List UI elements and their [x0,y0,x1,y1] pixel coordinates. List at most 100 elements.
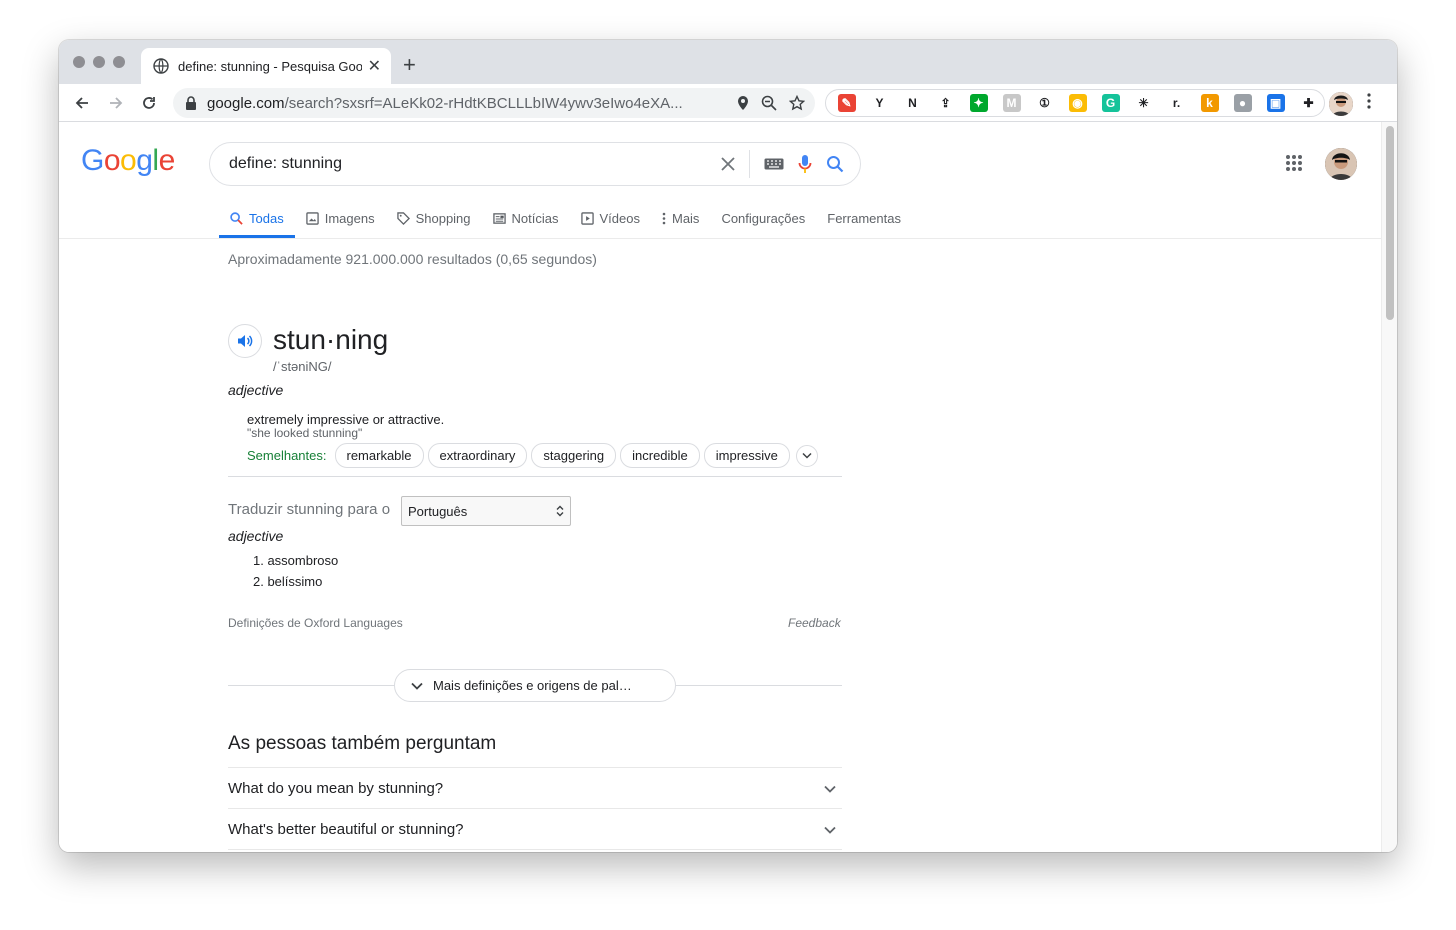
page-scrollbar[interactable] [1381,122,1397,852]
synonym-chip[interactable]: impressive [703,443,790,468]
globe-icon [153,58,169,74]
news-icon [492,212,512,225]
search-tab-label: Shopping [415,210,471,226]
synonym-chip[interactable]: extraordinary [427,443,528,468]
record-icon[interactable]: ● [1233,94,1252,112]
url-text: google.com/search?sxsrf=ALeKk02-rHdtKBCL… [207,94,683,112]
search-tabs: Todas Imagens Shopping Notícias Vídeos Mais Co… [219,198,912,238]
microphone-icon[interactable] [798,154,812,174]
new-tab-button[interactable]: + [403,52,416,78]
lock-icon [186,96,196,110]
tab-title: define: stunning - Pesquisa Google [178,58,362,74]
feedback-link[interactable]: Feedback [788,616,841,630]
browser-toolbar: google.com/search?sxsrf=ALeKk02-rHdtKBCL… [59,84,1397,122]
definition-text: extremely impressive or attractive. [247,412,445,427]
r-icon[interactable]: r. [1168,94,1186,112]
browser-window: define: stunning - Pesquisa Google ✕ + g… [59,40,1397,852]
tabs-divider [59,238,1381,239]
search-tab-label: Configurações [721,210,806,226]
tab-strip: define: stunning - Pesquisa Google ✕ + [59,40,1397,84]
forward-button[interactable] [105,92,127,114]
synonym-chip[interactable]: incredible [620,443,700,468]
scrollbar-thumb[interactable] [1386,126,1394,320]
synonyms-row: Semelhantes: remarkable extraordinary stag… [247,443,818,468]
logo-letter: o [120,144,137,177]
search-tab[interactable]: Notícias [482,198,570,238]
search-tab[interactable]: Shopping [386,198,482,238]
ext-y-icon[interactable]: Y [871,94,889,112]
google-logo[interactable]: Google [81,144,175,178]
zoom-icon[interactable] [761,95,777,111]
language-select[interactable]: Português [401,496,571,526]
keyboard-icon[interactable] [764,158,784,170]
speaker-icon [238,335,253,347]
search-tab[interactable]: Todas [219,198,295,238]
share-icon[interactable]: ⇪ [937,94,955,112]
search-tab[interactable]: Vídeos [570,198,651,238]
more-definitions-button[interactable]: Mais definições e origens de pal… [394,669,676,702]
select-arrows-icon [556,505,564,517]
people-also-ask-item[interactable]: What do you mean by stunning? [228,767,842,808]
expand-synonyms-button[interactable] [795,444,818,467]
search-tab-label: Ferramentas [827,210,901,226]
m-icon[interactable]: M [1002,94,1021,112]
search-tab-label: Todas [249,210,284,226]
question-text: What's better beautiful or stunning? [228,820,464,838]
zoom-window-button[interactable] [113,56,125,68]
reload-button[interactable] [138,92,160,114]
chevron-down-icon [802,452,812,459]
account-avatar[interactable] [1325,148,1357,180]
browser-menu-icon[interactable] [1367,93,1371,114]
phonetic-spelling: /ˈstəniNG/ [273,359,332,374]
logo-letter: e [158,144,176,177]
people-also-ask-item[interactable]: What's better beautiful or stunning? [228,808,842,849]
ext-pdf-icon[interactable]: ✎ [837,94,856,112]
result-stats: Aproximadamente 921.000.000 resultados (… [228,251,597,267]
notion-icon[interactable]: N [904,94,922,112]
minimize-window-button[interactable] [93,56,105,68]
bookmark-star-icon[interactable] [789,95,805,111]
puzzle-icon[interactable]: ✚ [1300,94,1318,112]
translation-part-of-speech: adjective [228,528,284,544]
search-submit-icon[interactable] [826,155,844,173]
onepassword-icon[interactable]: ① [1036,94,1054,112]
grammarly-icon[interactable]: G [1101,94,1120,112]
pronunciation-button[interactable] [228,324,262,358]
close-window-button[interactable] [73,56,85,68]
dictionary-headword: stun·ning [273,324,389,355]
screen-icon[interactable]: ▣ [1266,94,1285,112]
address-bar[interactable]: google.com/search?sxsrf=ALeKk02-rHdtKBCL… [173,88,815,118]
profile-avatar[interactable] [1329,92,1353,116]
arrow-right-icon [110,97,123,109]
search-box [209,142,861,186]
logo-letter: o [103,144,121,177]
clear-search-icon[interactable] [721,157,735,171]
synonym-chip[interactable]: staggering [531,443,617,468]
chevron-down-icon [824,821,836,838]
logo-letter: G [81,144,104,177]
search-tab[interactable]: Configurações [710,198,816,238]
search-icon [230,211,249,225]
evernote-icon[interactable]: ✦ [969,94,988,112]
location-icon[interactable] [737,95,749,111]
google-apps-icon[interactable] [1285,154,1303,177]
search-tab[interactable]: Mais [651,198,710,238]
reload-icon [143,97,155,109]
k-icon[interactable]: k [1200,94,1219,112]
sparkle-icon[interactable]: ✳ [1135,94,1153,112]
back-button[interactable] [71,92,93,114]
part-of-speech: adjective [228,382,284,398]
search-input[interactable] [229,155,707,173]
browser-tab[interactable]: define: stunning - Pesquisa Google ✕ [141,48,391,84]
color-wheel-icon[interactable]: ◉ [1068,94,1087,112]
search-tab-label: Imagens [324,210,375,226]
search-tab[interactable]: Imagens [295,198,386,238]
people-also-ask-item[interactable]: How do you use stunning? [228,849,842,852]
search-results-page: Google To [59,122,1381,852]
extensions-bar: ✎ Y N ⇪ ✦ M ① ◉ G ✳ r. k ● ▣ ✚ [825,89,1325,117]
video-icon [580,211,600,225]
search-tab[interactable]: Ferramentas [816,198,912,238]
image-icon [305,211,325,225]
synonym-chip[interactable]: remarkable [334,443,424,468]
close-tab-icon[interactable]: ✕ [368,56,381,76]
